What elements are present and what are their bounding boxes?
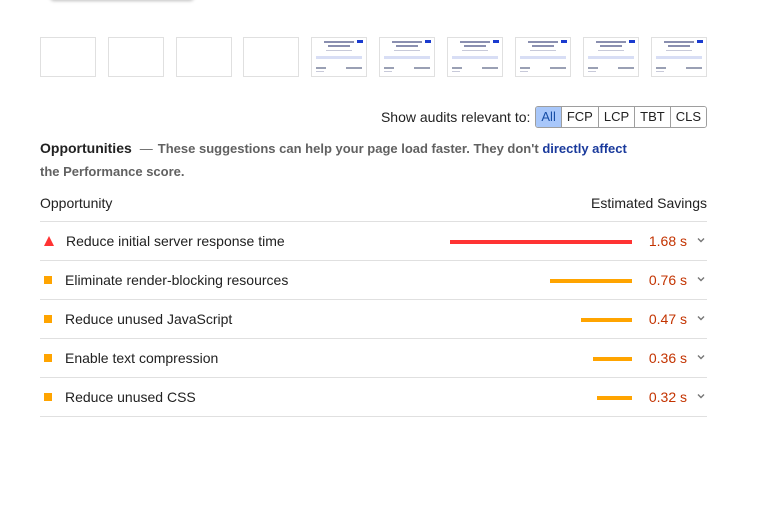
opportunities-list: Reduce initial server response time 1.68… <box>40 222 707 417</box>
filmstrip-frame <box>515 37 571 77</box>
filmstrip-frame <box>311 37 367 77</box>
chevron-down-icon[interactable] <box>695 312 707 324</box>
savings-bar-track <box>432 357 632 361</box>
savings-bar-track <box>432 396 632 400</box>
filmstrip <box>40 37 707 77</box>
savings-bar-track <box>432 240 632 244</box>
filmstrip-frame <box>40 37 96 77</box>
chevron-down-icon[interactable] <box>695 273 707 285</box>
estimated-savings-column-header: Estimated Savings <box>591 195 707 211</box>
savings-value: 0.32 s <box>648 389 687 405</box>
savings-bar <box>581 318 632 322</box>
audit-filter-group: All FCP LCP TBT CLS <box>535 106 707 128</box>
savings-bar-track <box>432 318 632 322</box>
directly-affect-link[interactable]: directly affect <box>542 141 627 156</box>
opportunities-description-end: the Performance score. <box>40 164 185 179</box>
savings-bar <box>593 357 632 361</box>
filmstrip-frame <box>243 37 299 77</box>
savings-value: 0.47 s <box>648 311 687 327</box>
opportunity-row-text-compression[interactable]: Enable text compression 0.36 s <box>40 339 707 378</box>
opportunities-title: Opportunities <box>40 140 132 156</box>
opportunity-row-unused-css[interactable]: Reduce unused CSS 0.32 s <box>40 378 707 417</box>
opportunity-row-unused-javascript[interactable]: Reduce unused JavaScript 0.47 s <box>40 300 707 339</box>
opportunities-dash: — <box>139 141 153 156</box>
opportunities-table-header: Opportunity Estimated Savings <box>40 195 707 222</box>
savings-value: 0.36 s <box>648 350 687 366</box>
opportunities-header: Opportunities — These suggestions can help… <box>40 137 640 183</box>
square-average-icon <box>40 315 65 323</box>
square-average-icon <box>40 393 65 401</box>
savings-value: 1.68 s <box>648 233 687 249</box>
savings-bar <box>597 396 632 400</box>
filter-all-button[interactable]: All <box>536 107 561 127</box>
triangle-warning-icon <box>40 236 65 246</box>
filter-fcp-button[interactable]: FCP <box>560 107 598 127</box>
savings-value: 0.76 s <box>648 272 687 288</box>
chevron-down-icon[interactable] <box>695 351 707 363</box>
opportunity-column-header: Opportunity <box>40 195 113 211</box>
filter-tbt-button[interactable]: TBT <box>634 107 670 127</box>
opportunities-description: These suggestions can help your page loa… <box>157 141 539 156</box>
filter-cls-button[interactable]: CLS <box>669 107 706 127</box>
audit-filter-label: Show audits relevant to: <box>380 109 531 125</box>
filter-lcp-button[interactable]: LCP <box>597 107 635 127</box>
filmstrip-frame <box>176 37 232 77</box>
chevron-down-icon[interactable] <box>695 234 707 246</box>
filmstrip-frame <box>379 37 435 77</box>
chevron-down-icon[interactable] <box>695 390 707 402</box>
opportunity-row-render-blocking[interactable]: Eliminate render-blocking resources 0.76… <box>40 261 707 300</box>
filmstrip-frame <box>108 37 164 77</box>
filmstrip-frame <box>447 37 503 77</box>
filmstrip-frame <box>583 37 639 77</box>
savings-bar <box>450 240 632 244</box>
audit-filter: Show audits relevant to: All FCP LCP TBT… <box>381 106 707 128</box>
square-average-icon <box>40 276 65 284</box>
savings-bar <box>549 279 632 283</box>
opportunity-row-server-response[interactable]: Reduce initial server response time 1.68… <box>40 222 707 261</box>
filmstrip-frame <box>651 37 707 77</box>
savings-bar-track <box>432 279 632 283</box>
square-average-icon <box>40 354 65 362</box>
